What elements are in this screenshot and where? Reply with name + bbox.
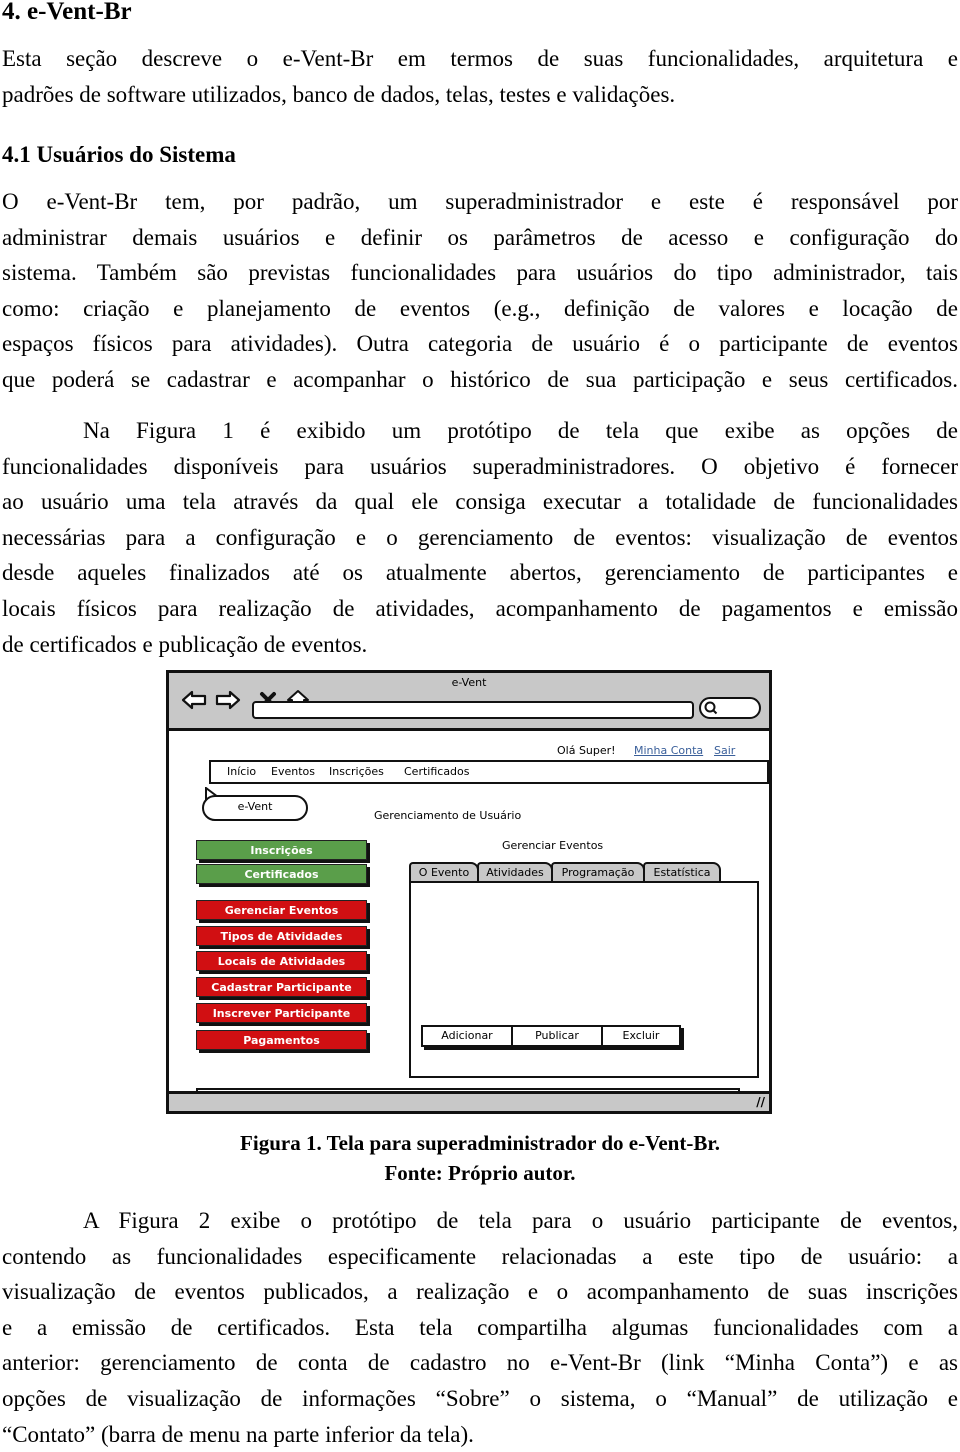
text-line: contendo as funcionalidades especificame… — [2, 1243, 958, 1269]
pagamentos-button[interactable]: Pagamentos — [196, 1030, 367, 1050]
panel-heading: Gerenciar Eventos — [502, 839, 604, 852]
text-line: O e-Vent-Br tem, por padrão, um superadm… — [2, 189, 958, 214]
text-line: opções de visualização de informações “S… — [2, 1385, 958, 1411]
subsection-title: 4.1 Usuários do Sistema — [2, 142, 236, 167]
figure-caption: Figura 1. Tela para superadministrador d… — [240, 1131, 720, 1155]
status-bar: // — [169, 1091, 769, 1111]
text-line: funcionalidades disponíveis para usuário… — [2, 453, 958, 479]
tab-programacao[interactable]: Programação — [551, 862, 645, 882]
text-line: “Contato” (barra de menu na parte inferi… — [2, 1421, 474, 1447]
resize-grip-icon[interactable]: // — [756, 1095, 765, 1109]
text-line: de certificados e publicação de eventos. — [2, 631, 368, 657]
intro-paragraph: Esta seção descreve o e-Vent-Br em termo… — [2, 41, 958, 112]
text-line: desde aqueles finalizados até os atualme… — [2, 560, 958, 586]
text-line: A Figura 2 exibe o protótipo de tela par… — [83, 1208, 958, 1233]
section-title: 4. e-Vent-Br — [2, 0, 132, 25]
text-line: que poderá se cadastrar e acompanhar o h… — [2, 366, 958, 392]
top-menu: Início Eventos Inscrições Certificados — [209, 760, 769, 784]
menu-item-inscricoes[interactable]: Inscrições — [329, 765, 384, 778]
greeting-text: Olá Super! — [557, 744, 616, 757]
url-input[interactable] — [252, 701, 694, 719]
menu-item-inicio[interactable]: Início — [227, 765, 256, 778]
text-line: como: criação e planejamento de eventos … — [2, 295, 958, 321]
tab-content-panel: Adicionar Publicar Excluir — [409, 881, 759, 1078]
text-line: administrar demais usuários e definir os… — [2, 224, 958, 250]
figure-source: Fonte: Próprio autor. — [384, 1161, 576, 1185]
text-line: visualização de eventos publicados, a re… — [2, 1279, 958, 1305]
paragraph-2: Na Figura 1 é exibido um protótipo de te… — [2, 413, 958, 662]
menu-item-certificados[interactable]: Certificados — [404, 765, 470, 778]
text-line: padrões de software utilizados, banco de… — [2, 81, 676, 107]
text-line: Na Figura 1 é exibido um protótipo de te… — [83, 418, 958, 443]
text-line: ao usuário uma tela através da qual ele … — [2, 489, 958, 515]
page-heading: Gerenciamento de Usuário — [374, 809, 522, 822]
forward-arrow-icon[interactable] — [215, 689, 241, 711]
account-link[interactable]: Minha Conta — [634, 744, 703, 757]
excluir-button[interactable]: Excluir — [601, 1025, 681, 1047]
paragraph-1: O e-Vent-Br tem, por padrão, um superadm… — [2, 184, 958, 398]
text-line: espaços físicos para atividades). Outra … — [2, 331, 958, 357]
text-line: locais físicos para realização de ativid… — [2, 595, 958, 621]
inscricoes-button[interactable]: Inscrições — [196, 840, 367, 860]
figure-1-mockup: e-Vent Olá Super! Minha Conta Sair Iníci… — [166, 670, 772, 1114]
text-line: necessárias para a configuração e o gere… — [2, 524, 958, 550]
tipos-atividades-button[interactable]: Tipos de Atividades — [196, 926, 367, 946]
cadastrar-participante-button[interactable]: Cadastrar Participante — [196, 977, 367, 997]
window-title: e-Vent — [451, 676, 487, 689]
certificados-button[interactable]: Certificados — [196, 864, 367, 884]
text-line: anterior: gerenciamento de conta de cada… — [2, 1350, 958, 1376]
publicar-button[interactable]: Publicar — [511, 1025, 603, 1047]
tab-o-evento[interactable]: O Evento — [409, 862, 479, 882]
inscrever-participante-button[interactable]: Inscrever Participante — [196, 1003, 367, 1023]
text-line: e a emissão de certificados. Esta tela c… — [2, 1314, 958, 1340]
back-arrow-icon[interactable] — [181, 689, 207, 711]
tab-estatistica[interactable]: Estatística — [643, 862, 721, 882]
search-icon — [704, 701, 718, 715]
browser-toolbar: e-Vent — [169, 673, 769, 731]
text-line: sistema. Também são previstas funcionali… — [2, 260, 958, 286]
menu-item-eventos[interactable]: Eventos — [271, 765, 315, 778]
tab-atividades[interactable]: Atividades — [477, 862, 553, 882]
gerenciar-eventos-button[interactable]: Gerenciar Eventos — [196, 900, 367, 920]
paragraph-3: A Figura 2 exibe o protótipo de tela par… — [2, 1203, 958, 1452]
logo-bubble: e-Vent — [202, 795, 308, 821]
locais-atividades-button[interactable]: Locais de Atividades — [196, 951, 367, 971]
logout-link[interactable]: Sair — [714, 744, 735, 757]
search-input[interactable] — [699, 697, 761, 719]
adicionar-button[interactable]: Adicionar — [421, 1025, 513, 1047]
text-line: Esta seção descreve o e-Vent-Br em termo… — [2, 46, 958, 71]
